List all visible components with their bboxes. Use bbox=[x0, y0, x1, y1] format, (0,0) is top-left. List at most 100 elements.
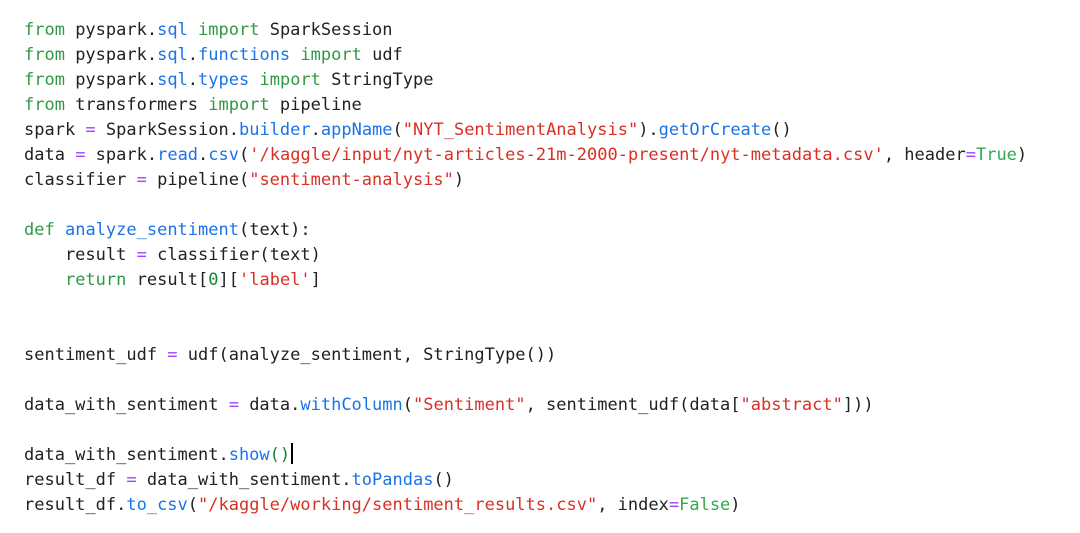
string-token: "Sentiment" bbox=[412, 395, 526, 415]
code-token: data_with_sentiment bbox=[24, 395, 229, 415]
code-line[interactable]: data_with_sentiment.show() bbox=[24, 443, 1027, 468]
code-token: pyspark. bbox=[64, 20, 158, 40]
code-token: classifier bbox=[24, 170, 137, 190]
operator-token: = bbox=[136, 170, 147, 190]
code-token: ) bbox=[1016, 145, 1028, 165]
matched-bracket-token: () bbox=[269, 445, 291, 465]
attribute-token: appName bbox=[320, 120, 393, 140]
code-token: ). bbox=[638, 120, 659, 140]
code-line[interactable]: data_with_sentiment = data.withColumn("S… bbox=[24, 393, 1027, 418]
string-token: "NYT_SentimentAnalysis" bbox=[402, 120, 639, 140]
code-token: data bbox=[24, 145, 76, 165]
code-token: pyspark. bbox=[64, 45, 158, 65]
code-token: result_df. bbox=[24, 495, 127, 515]
attribute-token: analyze_sentiment bbox=[64, 220, 239, 240]
code-line[interactable]: result_df = data_with_sentiment.toPandas… bbox=[24, 468, 1027, 493]
operator-token: = bbox=[228, 395, 239, 415]
code-token: classifier(text) bbox=[146, 245, 321, 265]
code-token: ] bbox=[310, 270, 321, 290]
code-token: ( bbox=[392, 120, 403, 140]
code-token: ( bbox=[239, 145, 250, 165]
code-line[interactable]: sentiment_udf = udf(analyze_sentiment, S… bbox=[24, 343, 1027, 368]
code-token: spark bbox=[24, 120, 86, 140]
code-token: SparkSession. bbox=[95, 120, 239, 140]
keyword-token: from bbox=[24, 95, 65, 115]
keyword-token: import bbox=[208, 95, 270, 115]
attribute-token: toPandas bbox=[351, 470, 434, 490]
code-token: (text): bbox=[238, 220, 311, 240]
code-line[interactable] bbox=[24, 418, 1027, 443]
operator-token: = bbox=[167, 345, 178, 365]
keyword-token: import bbox=[259, 70, 321, 90]
keyword-token: from bbox=[24, 45, 65, 65]
constant-token: False bbox=[679, 495, 731, 515]
code-line[interactable]: from pyspark.sql import SparkSession bbox=[24, 18, 1027, 43]
operator-token: = bbox=[85, 120, 96, 140]
code-token: , index bbox=[597, 495, 669, 515]
keyword-token: from bbox=[24, 70, 65, 90]
code-token: transformers bbox=[64, 95, 209, 115]
attribute-token: types bbox=[198, 70, 250, 90]
code-token: , header bbox=[883, 145, 966, 165]
code-token: result[ bbox=[126, 270, 209, 290]
operator-token: = bbox=[75, 145, 86, 165]
code-token: () bbox=[433, 470, 454, 490]
code-token: ) bbox=[730, 495, 741, 515]
code-token: ) bbox=[453, 170, 465, 190]
keyword-token: def bbox=[24, 220, 55, 240]
code-line[interactable]: from transformers import pipeline bbox=[24, 93, 1027, 118]
attribute-token: getOrCreate bbox=[658, 120, 772, 140]
attribute-token: builder bbox=[238, 120, 311, 140]
keyword-token: return bbox=[64, 270, 127, 290]
attribute-token: sql bbox=[157, 45, 188, 65]
code-area[interactable]: from pyspark.sql import SparkSession from… bbox=[24, 18, 1027, 518]
code-token: result bbox=[24, 245, 137, 265]
code-token: ( bbox=[402, 395, 413, 415]
code-line[interactable]: result = classifier(text) bbox=[24, 243, 1027, 268]
number-token: 0 bbox=[208, 270, 219, 290]
code-token: spark. bbox=[85, 145, 158, 165]
code-token: pipeline bbox=[269, 95, 362, 115]
code-line[interactable]: data = spark.read.csv('/kaggle/input/nyt… bbox=[24, 143, 1027, 168]
code-line[interactable]: spark = SparkSession.builder.appName("NY… bbox=[24, 118, 1027, 143]
code-token: . bbox=[310, 120, 321, 140]
attribute-token: sql bbox=[157, 20, 188, 40]
code-token: ])) bbox=[842, 395, 874, 415]
code-token: . bbox=[187, 45, 199, 65]
code-token: udf bbox=[361, 45, 403, 65]
code-token: result_df bbox=[24, 470, 127, 490]
code-line[interactable]: classifier = pipeline("sentiment-analysi… bbox=[24, 168, 1027, 193]
code-token: . bbox=[198, 145, 209, 165]
code-token: udf(analyze_sentiment, StringType()) bbox=[177, 345, 557, 365]
code-token: . bbox=[187, 70, 199, 90]
string-token: "abstract" bbox=[740, 395, 843, 415]
string-token: 'label' bbox=[239, 270, 311, 290]
code-line[interactable]: result_df.to_csv("/kaggle/working/sentim… bbox=[24, 493, 1027, 518]
code-line[interactable] bbox=[24, 293, 1027, 318]
operator-token: = bbox=[136, 245, 147, 265]
code-token: StringType bbox=[320, 70, 434, 90]
code-token: SparkSession bbox=[259, 20, 393, 40]
code-line[interactable]: from pyspark.sql.functions import udf bbox=[24, 43, 1027, 68]
code-line[interactable]: def analyze_sentiment(text): bbox=[24, 218, 1027, 243]
code-line[interactable]: return result[0]['label'] bbox=[24, 268, 1027, 293]
string-token: '/kaggle/input/nyt-articles-21m-2000-pre… bbox=[249, 145, 884, 165]
string-token: "/kaggle/working/sentiment_results.csv" bbox=[198, 495, 598, 515]
code-token: pyspark. bbox=[64, 70, 158, 90]
code-editor[interactable]: from pyspark.sql import SparkSession from… bbox=[0, 0, 1080, 533]
code-line[interactable]: from pyspark.sql.types import StringType bbox=[24, 68, 1027, 93]
code-line[interactable] bbox=[24, 318, 1027, 343]
attribute-token: to_csv bbox=[126, 495, 188, 515]
code-token: () bbox=[771, 120, 792, 140]
code-line[interactable] bbox=[24, 368, 1027, 393]
attribute-token: csv bbox=[208, 145, 240, 165]
attribute-token: sql bbox=[157, 70, 188, 90]
operator-token: = bbox=[126, 470, 137, 490]
code-line[interactable] bbox=[24, 193, 1027, 218]
code-token: pipeline( bbox=[146, 170, 250, 190]
keyword-token: import bbox=[198, 20, 260, 40]
